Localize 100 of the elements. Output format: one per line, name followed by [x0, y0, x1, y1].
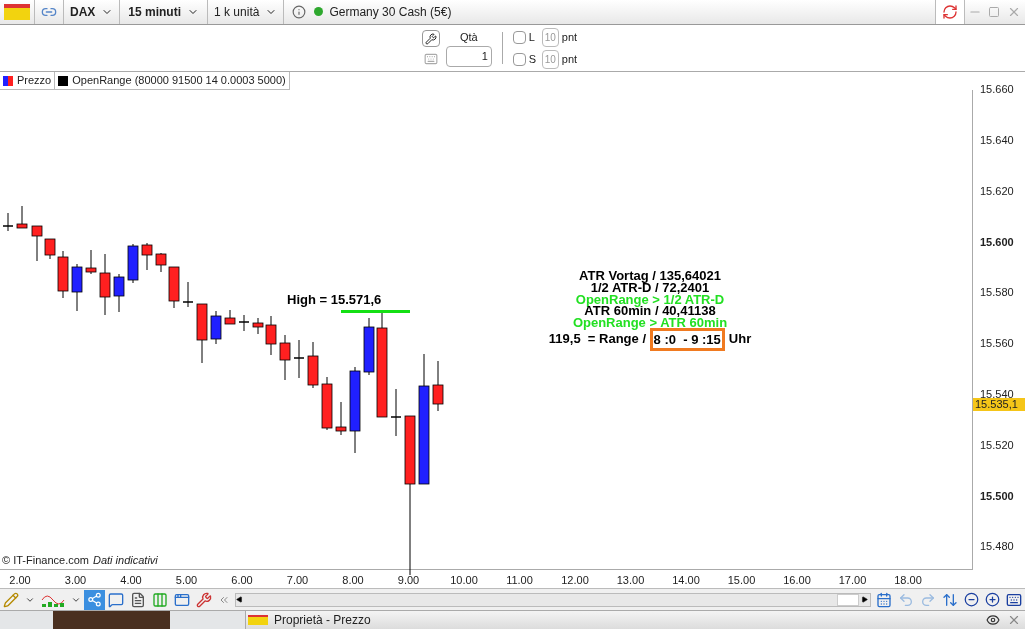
scrollbar[interactable]	[235, 592, 871, 607]
quantity-field[interactable]: 1	[445, 45, 492, 67]
share-button[interactable]	[84, 589, 105, 610]
demo-icon[interactable]	[4, 4, 30, 20]
demo-icon	[248, 615, 268, 625]
pencil-icon	[3, 591, 19, 608]
zoom-out-icon	[964, 592, 979, 608]
candle	[196, 303, 208, 364]
points-field[interactable]: 10	[541, 49, 559, 69]
time-tick-label: 6.00	[230, 573, 254, 589]
time-tick-label: 4.00	[119, 573, 143, 589]
price-tick-label: 15.540	[980, 387, 1014, 400]
quantity-label: Qtà	[459, 30, 478, 46]
maximize-icon[interactable]	[988, 5, 1000, 18]
time-tick-label: 8.00	[341, 573, 365, 589]
window-icon	[174, 591, 190, 608]
redo-icon	[920, 591, 936, 608]
zoom-in-icon	[985, 592, 1000, 608]
legend-label[interactable]: OpenRange (80000 91500 14 0.0003 5000)	[72, 72, 286, 89]
document-icon	[130, 591, 146, 608]
time-tick-label: 11.00	[505, 573, 534, 589]
checkbox[interactable]	[512, 30, 526, 44]
legend-label[interactable]: Prezzo	[17, 72, 52, 89]
price-tick-label: 15.560	[980, 337, 1014, 350]
side-label: L	[528, 29, 536, 45]
time-tick-label: 10.00	[449, 573, 479, 589]
eye-icon[interactable]	[985, 613, 1001, 627]
scale-icon	[942, 591, 958, 608]
candle	[307, 341, 319, 389]
candle	[85, 249, 97, 275]
time-tick-label: 3.00	[63, 573, 88, 589]
keyboard-icon	[1006, 591, 1022, 608]
columns-icon	[152, 591, 168, 608]
candle	[141, 242, 153, 271]
instrument-dropdown[interactable]: DAX	[63, 0, 120, 24]
wrench-button[interactable]	[421, 30, 440, 48]
candle	[335, 401, 347, 436]
candle	[224, 309, 236, 325]
wrench-icon	[196, 591, 212, 608]
time-tick-label: 15.00	[726, 573, 757, 589]
calendar-icon	[876, 591, 892, 608]
time-tick-label: 12.00	[560, 573, 590, 589]
candle	[390, 388, 402, 437]
candle	[99, 253, 111, 316]
info-icon[interactable]	[292, 4, 307, 19]
scroll-left-icon[interactable]	[236, 596, 243, 604]
points-field[interactable]: 10	[541, 27, 559, 47]
data-notice: Dati indicativi	[92, 552, 158, 568]
time-tick-label: 13.00	[615, 573, 646, 589]
high-label: High = 15.571,6	[287, 291, 382, 310]
indicator-note: OpenRange > ATR 60min	[572, 316, 728, 329]
time-tick-label: 18.00	[893, 573, 923, 589]
time-tick-label: 14.00	[671, 573, 701, 589]
candle	[71, 263, 83, 312]
scroll-thumb[interactable]	[837, 593, 859, 606]
panel-title: Proprietà - Prezzo	[274, 612, 371, 629]
undo-icon	[898, 591, 914, 608]
share-icon	[87, 592, 102, 608]
price-tick-label: 15.660	[980, 83, 1014, 96]
price-tick-label: 15.520	[980, 438, 1014, 451]
price-tick-label: 15.480	[980, 540, 1014, 553]
indicator-swatch-icon	[58, 75, 69, 86]
candle	[432, 360, 444, 412]
indicator-note: OpenRange > 1/2 ATR-D	[575, 293, 725, 306]
candle	[127, 243, 139, 284]
unit-label: pnt	[561, 29, 578, 45]
time-tick-label: 17.00	[837, 573, 868, 589]
close-icon[interactable]	[1007, 613, 1021, 627]
time-tick-label: 5.00	[174, 573, 199, 589]
units-dropdown[interactable]: 1 k unità	[207, 0, 284, 24]
candle	[16, 205, 28, 229]
copyright-text: © IT-Finance.com	[2, 552, 89, 568]
candle	[2, 212, 14, 232]
scroll-right-icon[interactable]	[861, 596, 868, 604]
price-tick-label: 15.640	[980, 133, 1014, 146]
range-unit: Uhr	[728, 333, 752, 345]
checkbox[interactable]	[512, 52, 526, 66]
timeframe-dropdown[interactable]: 15 minuti	[119, 0, 208, 24]
indicator-note: ATR Vortag / 135,64021	[579, 270, 721, 282]
candle	[238, 314, 250, 332]
candle	[210, 310, 222, 345]
range-time-box: 8 :0 - 9 :15	[649, 327, 725, 351]
candle	[321, 376, 333, 431]
refresh-icon[interactable]	[942, 3, 958, 20]
candle	[113, 273, 125, 313]
candle	[182, 281, 194, 308]
time-tick-label: 2.00	[8, 573, 32, 589]
price-tick-label: 15.620	[980, 184, 1014, 197]
time-tick-label: 7.00	[285, 573, 310, 589]
price-tick-label: 15.580	[980, 286, 1014, 299]
market-name: Germany 30 Cash (5€)	[329, 3, 452, 21]
price-tick-label: 15.600	[980, 235, 1014, 248]
time-tick-label: 9.00	[396, 573, 421, 589]
price-tick-label: 15.500	[980, 489, 1014, 502]
price-swatch-icon	[3, 75, 13, 86]
candle	[293, 339, 305, 379]
indicator-note: ATR 60min / 40,41138	[584, 305, 716, 317]
comment-icon	[108, 591, 124, 608]
unit-label: pnt	[561, 51, 578, 67]
candle	[279, 334, 291, 381]
